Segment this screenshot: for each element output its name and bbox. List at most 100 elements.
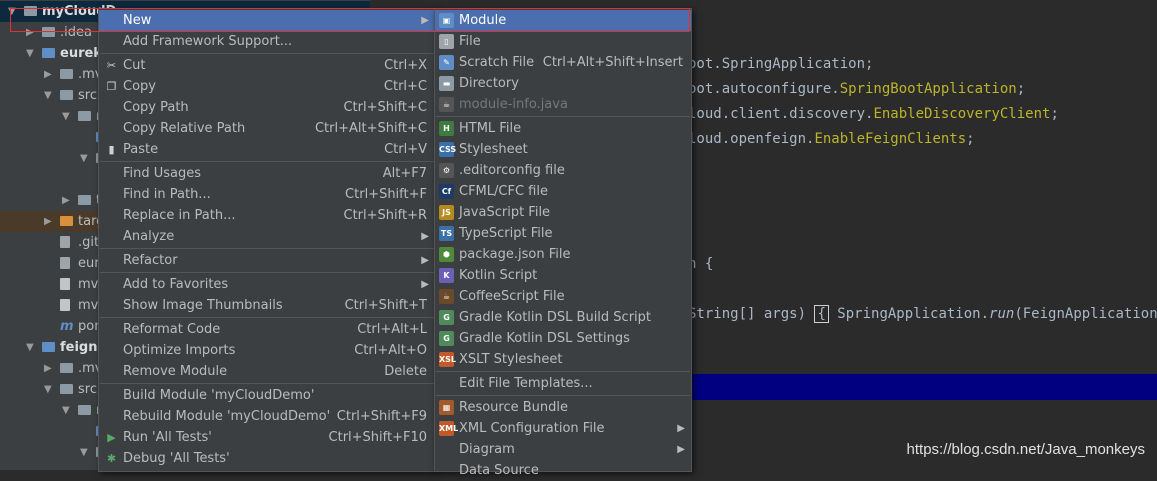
collapsed-arrow-icon[interactable]: ▶	[44, 211, 54, 232]
menu-item-label: CoffeeScript File	[459, 289, 565, 304]
new-file[interactable]: ▯ File	[435, 31, 691, 52]
paste-icon: ▮	[108, 143, 115, 156]
menu-item-add-to-favorites[interactable]: Add to Favorites ▶	[99, 274, 435, 295]
expanded-arrow-icon[interactable]: ▼	[44, 379, 54, 400]
scratch-file-icon: ✎	[439, 55, 454, 70]
new-resource-bundle[interactable]: ▦ Resource Bundle	[435, 397, 691, 418]
menu-item-shortcut: Ctrl+Shift+F	[345, 187, 427, 202]
new-coffeescript-file[interactable]: ☕ CoffeeScript File	[435, 286, 691, 307]
new-typescript-file[interactable]: TS TypeScript File	[435, 223, 691, 244]
new-submenu: ▣ Module ▯ File ✎ Scratch File Ctrl+Alt+Shift+…	[434, 8, 692, 478]
code-token: oot.SpringApplication;	[688, 56, 874, 72]
tree-item-label: .idea	[60, 25, 92, 40]
menu-item-shortcut: Ctrl+Alt+Shift+C	[314, 121, 427, 136]
menu-item-label: New	[123, 13, 152, 28]
new-cfml-cfc-file[interactable]: Cf CFML/CFC file	[435, 181, 691, 202]
new-module[interactable]: ▣ Module	[435, 10, 691, 31]
collapsed-arrow-icon[interactable]: ▶	[26, 22, 36, 43]
collapsed-arrow-icon[interactable]: ▶	[62, 190, 72, 211]
submenu-arrow-icon: ▶	[677, 444, 685, 455]
code-token: String[] args)	[688, 306, 815, 322]
menu-item-find-usages[interactable]: Find Usages Alt+F7	[99, 163, 435, 184]
folder-icon	[60, 90, 73, 100]
menu-separator	[100, 53, 434, 54]
menu-item-copy-relative-path[interactable]: Copy Relative Path Ctrl+Alt+Shift+C	[99, 118, 435, 139]
menu-item-shortcut: Ctrl+C	[383, 79, 427, 94]
menu-item-shortcut: Ctrl+V	[384, 142, 427, 157]
new-module-info-java[interactable]: ☕ module-info.java	[435, 94, 691, 115]
menu-item-shortcut: Ctrl+Shift+F10	[328, 430, 427, 445]
menu-item-label: CFML/CFC file	[459, 184, 548, 199]
expanded-arrow-icon[interactable]: ▼	[80, 148, 90, 169]
expanded-arrow-icon[interactable]: ▼	[26, 43, 36, 64]
folder-icon	[60, 69, 73, 79]
menu-item-shortcut: Ctrl+Alt+L	[357, 322, 427, 337]
menu-item-debug-all-tests[interactable]: ✱ Debug 'All Tests'	[99, 448, 435, 469]
code-line: oot.SpringApplication;	[688, 56, 873, 72]
expanded-arrow-icon[interactable]: ▼	[62, 400, 72, 421]
new-xml-configuration-file[interactable]: XML XML Configuration File ▶	[435, 418, 691, 439]
menu-item-new[interactable]: New ▶	[99, 10, 435, 31]
kotlin-script-icon: K	[439, 268, 454, 283]
menu-item-add-framework-support[interactable]: Add Framework Support...	[99, 31, 435, 52]
new-gradle-kotlin-dsl-build-script[interactable]: G Gradle Kotlin DSL Build Script	[435, 307, 691, 328]
menu-item-copy-path[interactable]: Copy Path Ctrl+Shift+C	[99, 97, 435, 118]
expanded-arrow-icon[interactable]: ▼	[8, 1, 18, 22]
javascript-file-icon: JS	[439, 205, 454, 220]
copy-icon: ❐	[106, 80, 117, 93]
menu-item-shortcut: Ctrl+Shift+F9	[336, 409, 427, 424]
menu-item-label: Gradle Kotlin DSL Settings	[459, 331, 630, 346]
menu-item-rebuild-module-myclouddemo[interactable]: Rebuild Module 'myCloudDemo' Ctrl+Shift+F…	[99, 406, 435, 427]
new-directory[interactable]: ▬ Directory	[435, 73, 691, 94]
new-scratch-file[interactable]: ✎ Scratch File Ctrl+Alt+Shift+Insert	[435, 52, 691, 73]
menu-item-label: XML Configuration File	[459, 421, 605, 436]
menu-item-label: Add Framework Support...	[123, 34, 293, 49]
menu-item-paste[interactable]: ▮ Paste Ctrl+V	[99, 139, 435, 160]
expanded-arrow-icon[interactable]: ▼	[26, 337, 36, 358]
folder-icon	[42, 342, 55, 352]
expanded-arrow-icon[interactable]: ▼	[44, 85, 54, 106]
expanded-arrow-icon[interactable]: ▼	[62, 106, 72, 127]
menu-item-refactor[interactable]: Refactor ▶	[99, 250, 435, 271]
menu-item-show-image-thumbnails[interactable]: Show Image Thumbnails Ctrl+Shift+T	[99, 295, 435, 316]
menu-item-build-module-myclouddemo[interactable]: Build Module 'myCloudDemo'	[99, 385, 435, 406]
new-xslt-stylesheet[interactable]: XSL XSLT Stylesheet	[435, 349, 691, 370]
collapsed-arrow-icon[interactable]: ▶	[44, 64, 54, 85]
menu-item-find-in-path[interactable]: Find in Path... Ctrl+Shift+F	[99, 184, 435, 205]
menu-item-remove-module[interactable]: Remove Module Delete	[99, 361, 435, 382]
file-icon	[60, 236, 70, 248]
file-icon	[60, 278, 70, 290]
directory-icon: ▬	[439, 76, 454, 91]
menu-item-label: module-info.java	[459, 97, 568, 112]
menu-item-run-all-tests[interactable]: ▶ Run 'All Tests' Ctrl+Shift+F10	[99, 427, 435, 448]
file-icon	[60, 299, 70, 311]
menu-item-reformat-code[interactable]: Reformat Code Ctrl+Alt+L	[99, 319, 435, 340]
new-kotlin-script[interactable]: K Kotlin Script	[435, 265, 691, 286]
folder-icon	[78, 111, 91, 121]
new-edit-file-templates[interactable]: Edit File Templates...	[435, 373, 691, 394]
new-package-json-file[interactable]: ⬢ package.json File	[435, 244, 691, 265]
menu-item-analyze[interactable]: Analyze ▶	[99, 226, 435, 247]
menu-item-label: package.json File	[459, 247, 571, 262]
menu-item-label: Rebuild Module 'myCloudDemo'	[123, 409, 331, 424]
collapsed-arrow-icon[interactable]: ▶	[44, 358, 54, 379]
menu-item-label: Scratch File	[459, 55, 535, 70]
menu-separator	[436, 395, 690, 396]
new-html-file[interactable]: H HTML File	[435, 118, 691, 139]
folder-icon	[42, 48, 55, 58]
menu-item-copy[interactable]: ❐ Copy Ctrl+C	[99, 76, 435, 97]
new-data-source[interactable]: Data Source	[435, 460, 691, 481]
menu-item-cut[interactable]: ✂ Cut Ctrl+X	[99, 55, 435, 76]
menu-item-shortcut: Alt+F7	[382, 166, 427, 181]
new-javascript-file[interactable]: JS JavaScript File	[435, 202, 691, 223]
menu-item-optimize-imports[interactable]: Optimize Imports Ctrl+Alt+O	[99, 340, 435, 361]
menu-item-replace-in-path[interactable]: Replace in Path... Ctrl+Shift+R	[99, 205, 435, 226]
expanded-arrow-icon[interactable]: ▼	[80, 442, 90, 463]
tree-item-label: src	[78, 88, 97, 103]
new-diagram[interactable]: Diagram ▶	[435, 439, 691, 460]
menu-item-shortcut: Ctrl+Shift+T	[344, 298, 427, 313]
folder-icon	[42, 27, 55, 37]
new-editorconfig-file[interactable]: ⚙ .editorconfig file	[435, 160, 691, 181]
new-gradle-kotlin-dsl-settings[interactable]: G Gradle Kotlin DSL Settings	[435, 328, 691, 349]
new-stylesheet[interactable]: CSS Stylesheet	[435, 139, 691, 160]
